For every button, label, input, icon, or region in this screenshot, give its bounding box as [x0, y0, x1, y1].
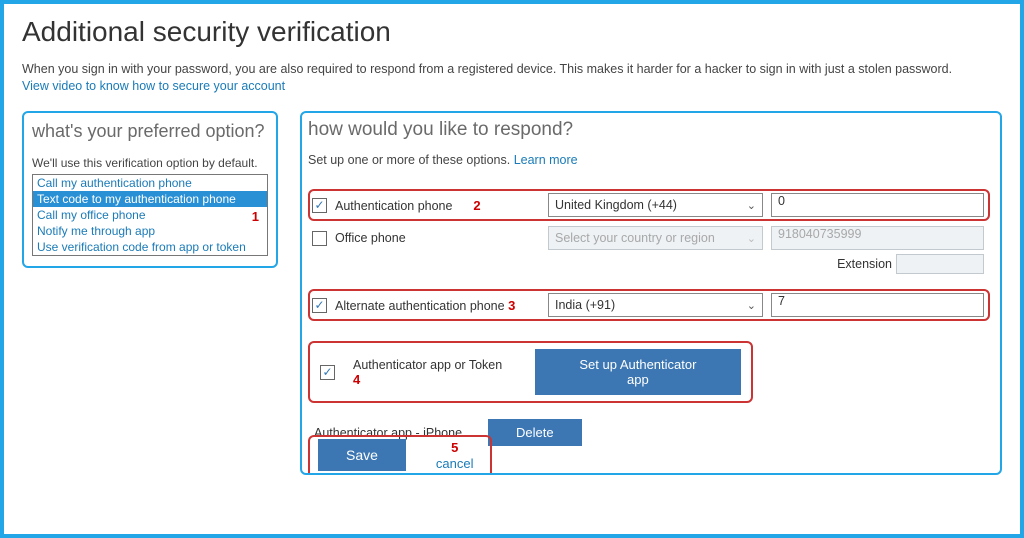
preferred-subtext: We'll use this verification option by de… [32, 156, 268, 170]
auth-app-label: Authenticator app or Token 4 [353, 358, 517, 387]
office-phone-country-select: Select your country or region ⌄ [548, 226, 763, 250]
learn-more-link[interactable]: Learn more [514, 153, 578, 167]
annotation-1: 1 [252, 209, 259, 224]
chevron-down-icon: ⌄ [747, 299, 756, 312]
office-phone-checkbox[interactable] [312, 231, 327, 246]
chevron-down-icon: ⌄ [747, 232, 756, 245]
auth-phone-label: Authentication phone 2 [335, 198, 540, 213]
office-phone-label: Office phone [335, 231, 540, 245]
auth-phone-checkbox[interactable] [312, 198, 327, 213]
option-text-code-auth-phone[interactable]: Text code to my authentication phone [33, 191, 267, 207]
save-button[interactable]: Save [318, 439, 406, 471]
respond-subtext: Set up one or more of these options. Lea… [308, 153, 990, 167]
office-phone-extension-input [896, 254, 984, 274]
view-video-link[interactable]: View video to know how to secure your ac… [22, 79, 285, 93]
delete-device-button[interactable]: Delete [488, 419, 582, 446]
save-cancel-row: Save 5 cancel [308, 435, 492, 473]
setup-authenticator-button[interactable]: Set up Authenticator app [535, 349, 741, 395]
preferred-heading: what's your preferred option? [32, 121, 268, 142]
option-call-auth-phone[interactable]: Call my authentication phone [33, 175, 267, 191]
extension-label: Extension [837, 257, 892, 271]
chevron-down-icon: ⌄ [747, 199, 756, 212]
auth-app-checkbox[interactable] [320, 365, 335, 380]
auth-app-row: Authenticator app or Token 4 Set up Auth… [308, 341, 753, 403]
alt-phone-row: Alternate authentication phone 3 India (… [308, 289, 990, 321]
office-phone-number-input: 918040735999 [771, 226, 984, 250]
option-verification-code-app[interactable]: Use verification code from app or token [33, 239, 267, 255]
page-title: Additional security verification [22, 16, 1002, 48]
option-notify-app[interactable]: Notify me through app [33, 223, 267, 239]
respond-panel: how would you like to respond? Set up on… [300, 111, 1002, 475]
intro-text: When you sign in with your password, you… [22, 62, 1002, 76]
auth-phone-row: Authentication phone 2 United Kingdom (+… [308, 189, 990, 221]
cancel-link[interactable]: cancel [436, 456, 474, 471]
respond-heading: how would you like to respond? [308, 119, 990, 141]
annotation-4: 4 [353, 372, 360, 387]
option-call-office-phone[interactable]: Call my office phone [33, 207, 267, 223]
alt-phone-label: Alternate authentication phone 3 [335, 298, 540, 313]
preferred-options-select[interactable]: Call my authentication phone Text code t… [32, 174, 268, 256]
auth-phone-number-input[interactable]: 0 [771, 193, 984, 217]
annotation-2: 2 [473, 198, 480, 213]
preferred-option-panel: what's your preferred option? We'll use … [22, 111, 278, 268]
annotation-5: 5 [451, 440, 458, 455]
office-phone-extension-row: Extension [308, 253, 990, 275]
alt-phone-country-select[interactable]: India (+91) ⌄ [548, 293, 763, 317]
office-phone-row: Office phone Select your country or regi… [308, 223, 990, 253]
auth-phone-country-select[interactable]: United Kingdom (+44) ⌄ [548, 193, 763, 217]
alt-phone-checkbox[interactable] [312, 298, 327, 313]
alt-phone-number-input[interactable]: 7 [771, 293, 984, 317]
annotation-3: 3 [508, 298, 515, 313]
